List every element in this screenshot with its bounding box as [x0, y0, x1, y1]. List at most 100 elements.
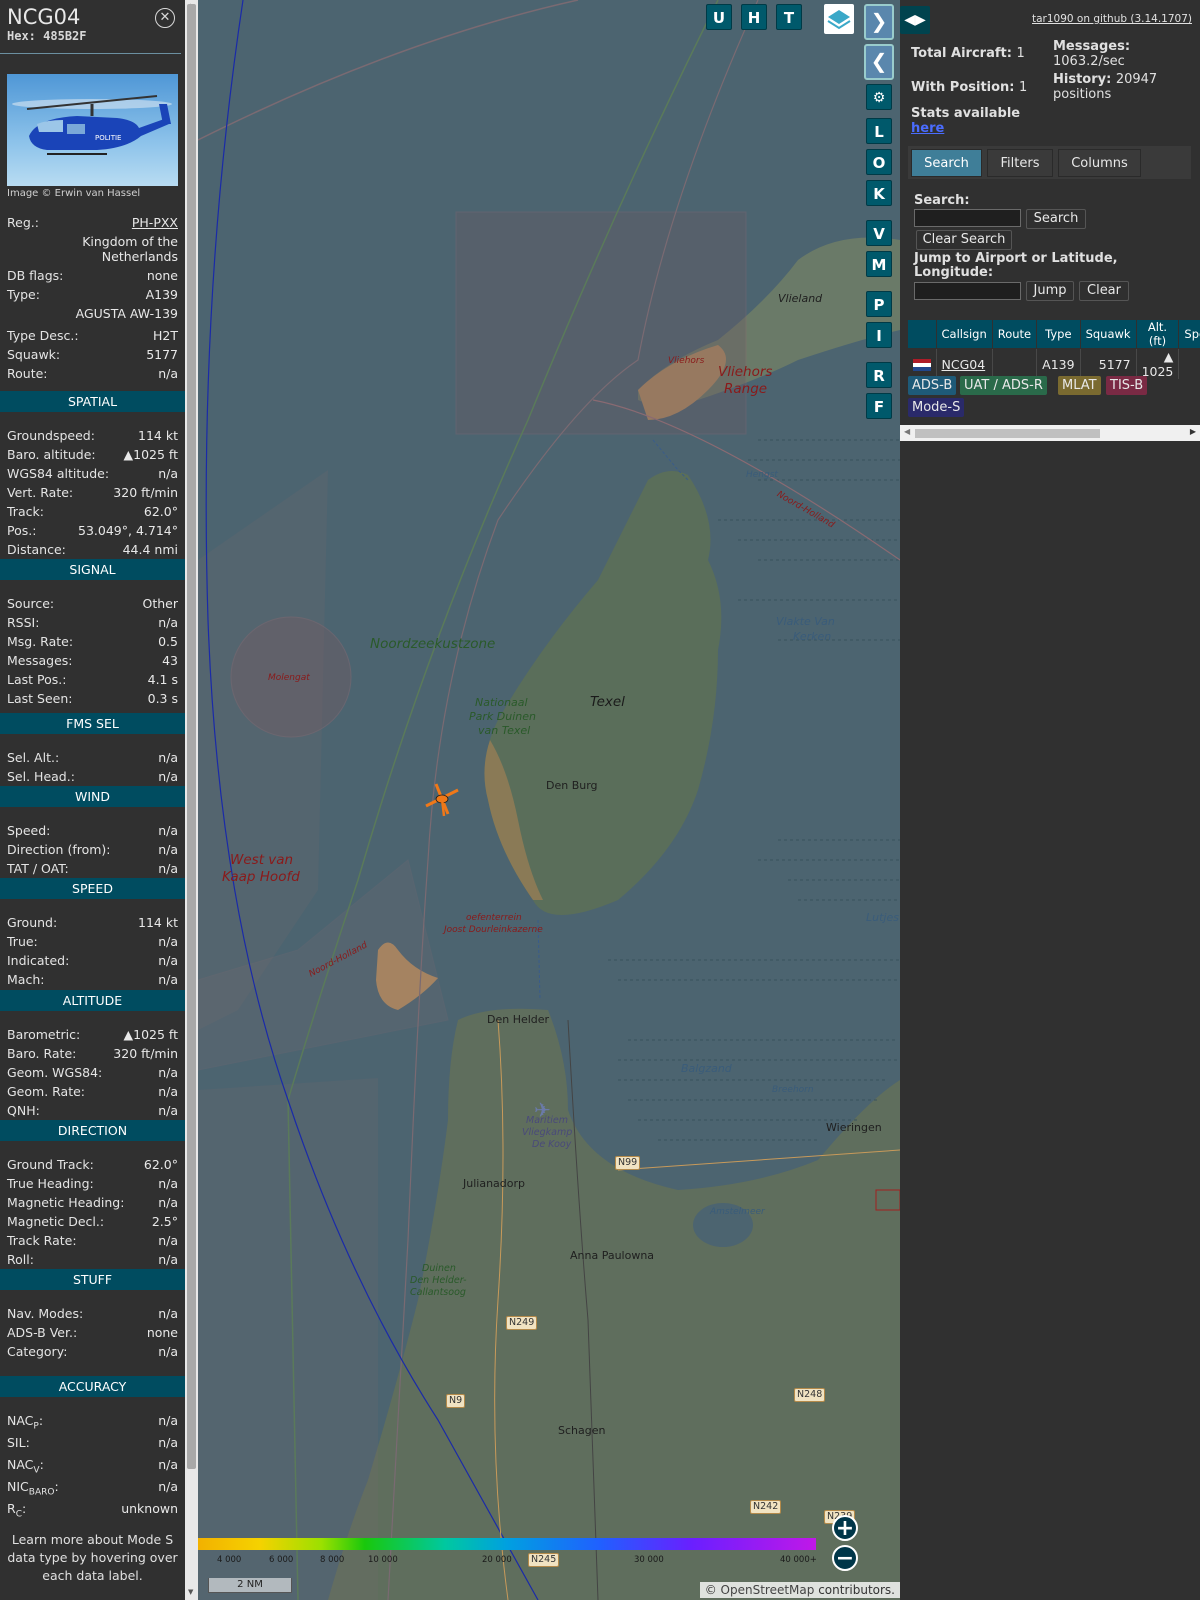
chevron-left-icon[interactable]: ❮: [864, 44, 894, 80]
column-header-callsign[interactable]: Callsign: [935, 319, 993, 349]
type-value: A139: [145, 287, 178, 302]
zoom-in-button[interactable]: +: [832, 1515, 858, 1541]
accuracy-row: NICBARO: n/a: [7, 1478, 178, 1498]
left-scrollbar-thumb[interactable]: [187, 4, 196, 1469]
layers-icon[interactable]: [824, 4, 854, 34]
map-label-duinen-1: Duinen: [422, 1263, 456, 1274]
zoom-out-button[interactable]: −: [832, 1545, 858, 1571]
map-button-u[interactable]: U: [706, 4, 732, 30]
spatial-value: ▲1025 ft: [123, 447, 178, 462]
tab-columns[interactable]: Columns: [1058, 149, 1141, 177]
source-tisb[interactable]: TIS-B: [1106, 376, 1148, 395]
country-value: Kingdom of the Netherlands: [82, 234, 178, 264]
map-button-o[interactable]: O: [866, 149, 892, 175]
column-header-spd[interactable]: Spd: [1178, 319, 1200, 349]
stats-link[interactable]: here: [911, 121, 944, 136]
signal-value: 0.5: [158, 634, 178, 649]
left-panel-scrollbar[interactable]: ▲ ▼: [185, 0, 198, 1600]
github-link[interactable]: tar1090 on github (3.14.1707): [1032, 13, 1192, 25]
source-adsb[interactable]: ADS-B: [908, 376, 957, 395]
map-button-v[interactable]: V: [866, 220, 892, 246]
expand-collapse-icon[interactable]: ◀▶: [900, 6, 930, 34]
stuff-label: Nav. Modes:: [7, 1306, 84, 1321]
column-header-route[interactable]: Route: [991, 319, 1038, 349]
search-button[interactable]: Search: [1026, 209, 1086, 229]
map-button-t[interactable]: T: [776, 4, 802, 30]
column-header-alt[interactable]: Alt. (ft): [1135, 319, 1180, 349]
map-button-i[interactable]: I: [866, 322, 892, 348]
altitude-row: Baro. Rate: 320 ft/min: [7, 1045, 178, 1062]
fms-value: n/a: [158, 769, 178, 784]
scroll-right-icon[interactable]: ▶: [1190, 427, 1196, 436]
map-attribution: © OpenStreetMap contributors.: [699, 1582, 900, 1598]
helicopter-marker-icon[interactable]: [422, 780, 464, 820]
stuff-row: Nav. Modes: n/a: [7, 1305, 178, 1322]
map-button-k[interactable]: K: [866, 180, 892, 206]
stats-available: Stats available here: [911, 106, 1020, 136]
section-accuracy: ACCURACY: [0, 1376, 185, 1397]
gear-icon[interactable]: ⚙: [866, 84, 892, 110]
wind-label: TAT / OAT:: [7, 861, 69, 876]
wind-label: Direction (from):: [7, 842, 111, 857]
clear-search-button[interactable]: Clear Search: [916, 230, 1012, 250]
chevron-right-icon[interactable]: ❯: [864, 4, 894, 40]
reg-link[interactable]: PH-PXX: [132, 214, 178, 231]
jump-button[interactable]: Jump: [1026, 281, 1074, 301]
spatial-row: Baro. altitude: ▲1025 ft: [7, 446, 178, 463]
map-button-l[interactable]: L: [866, 118, 892, 144]
aircraft-photo[interactable]: POLITIE: [7, 74, 178, 186]
accuracy-value: unknown: [121, 1501, 178, 1516]
accuracy-label-wrap: NACP:: [7, 1413, 44, 1432]
map-button-h[interactable]: H: [741, 4, 767, 30]
map-label-hengst: Hengst: [746, 470, 778, 480]
type-desc-row: Type Desc.: H2T: [7, 327, 178, 344]
panel-tabs: Search Filters Columns: [908, 146, 1191, 179]
map-button-r[interactable]: R: [866, 362, 892, 388]
aircraft-hex: Hex: 485B2F: [7, 29, 174, 43]
section-stuff: STUFF: [0, 1269, 185, 1290]
clear-button[interactable]: Clear: [1079, 281, 1129, 301]
stuff-label: Category:: [7, 1344, 68, 1359]
direction-label: Ground Track:: [7, 1157, 94, 1172]
map-button-m[interactable]: M: [866, 251, 892, 277]
jump-input[interactable]: [914, 282, 1021, 300]
column-header-squawk[interactable]: Squawk: [1079, 319, 1137, 349]
flag-column-header[interactable]: [907, 319, 937, 349]
road-n242: N242: [750, 1500, 782, 1514]
tab-filters[interactable]: Filters: [987, 149, 1053, 177]
signal-row: RSSI: n/a: [7, 614, 178, 631]
table-scrollbar-thumb[interactable]: [915, 429, 1100, 438]
stats-label: Stats available: [911, 106, 1021, 121]
road-n248: N248: [794, 1388, 826, 1402]
cell-callsign[interactable]: NCG04: [936, 348, 993, 379]
source-modes[interactable]: Mode-S: [908, 398, 965, 417]
close-icon[interactable]: ✕: [155, 8, 175, 28]
section-altitude: ALTITUDE: [0, 990, 185, 1011]
route-row: Route: n/a: [7, 365, 178, 382]
map-button-p[interactable]: P: [866, 291, 892, 317]
column-header-type[interactable]: Type: [1036, 319, 1081, 349]
scroll-down-icon[interactable]: ▼: [188, 1588, 193, 1596]
osm-link[interactable]: OpenStreetMap: [721, 1583, 815, 1597]
map-label-julianadorp: Julianadorp: [463, 1177, 525, 1190]
section-spatial: SPATIAL: [0, 391, 185, 412]
accuracy-value: n/a: [158, 1457, 178, 1472]
map-label-oefen-2: Joost Dourleinkazerne: [444, 925, 543, 935]
speed-label: Ground:: [7, 915, 58, 930]
total-value: 1: [1016, 46, 1025, 61]
source-uat[interactable]: UAT / ADS-R: [960, 376, 1047, 395]
table-horizontal-scrollbar[interactable]: ◀ ▶: [900, 425, 1200, 441]
table-row[interactable]: NCG04 A139 5177 ▲ 1025: [907, 348, 1200, 379]
accuracy-label: NIC: [7, 1479, 29, 1494]
source-mlat[interactable]: MLAT: [1058, 376, 1101, 395]
scroll-left-icon[interactable]: ◀: [904, 427, 910, 436]
tab-search[interactable]: Search: [911, 149, 982, 177]
map-view[interactable]: Vlieland Vliehors Vliehors Range Hengst …: [198, 0, 900, 1600]
map-button-f[interactable]: F: [866, 393, 892, 419]
spatial-value: 114 kt: [138, 428, 178, 443]
section-speed: SPEED: [0, 878, 185, 899]
altitude-row: QNH: n/a: [7, 1102, 178, 1119]
aircraft-header: NCG04 Hex: 485B2F ✕: [0, 0, 181, 54]
map-label-vliehors: Vliehors: [668, 356, 705, 366]
search-input[interactable]: [914, 209, 1021, 227]
